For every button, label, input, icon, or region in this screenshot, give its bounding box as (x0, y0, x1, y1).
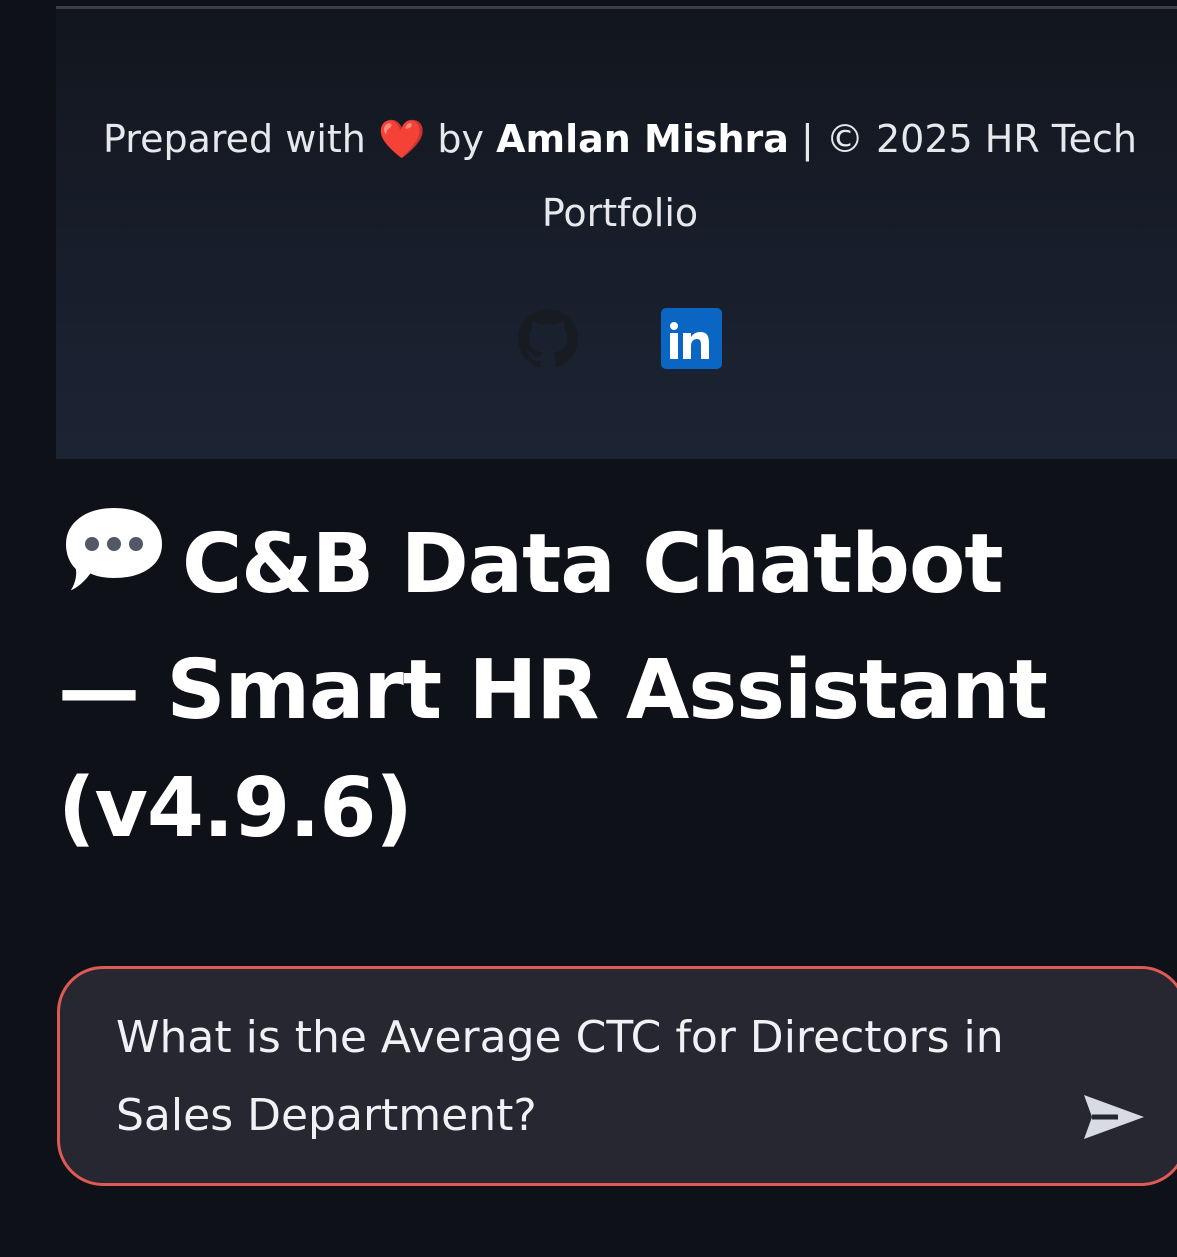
footer-by: by (437, 117, 484, 161)
github-icon[interactable] (518, 309, 578, 369)
chat-input[interactable]: What is the Average CTC for Directors in… (57, 966, 1177, 1186)
speech-bubble-icon (58, 500, 170, 632)
heart-icon: ❤️ (377, 117, 426, 161)
chat-input-text[interactable]: What is the Average CTC for Directors in… (116, 999, 1016, 1155)
footer-prefix: Prepared with (103, 117, 366, 161)
footer-copyright-line2: Portfolio (541, 191, 699, 235)
author-name: Amlan Mishra (496, 117, 789, 161)
footer-copyright: | © 2025 HR Tech (801, 117, 1137, 161)
page-title: C&B Data Chatbot — Smart HR Assistant (v… (58, 500, 1058, 868)
footer-card: Prepared with ❤️ by Amlan Mishra | © 202… (56, 9, 1177, 459)
footer-credit: Prepared with ❤️ by Amlan Mishra | © 202… (56, 113, 1177, 165)
send-arrow-icon (1084, 1095, 1144, 1139)
send-button[interactable] (1078, 1087, 1148, 1147)
linkedin-icon[interactable] (661, 308, 722, 369)
title-text: C&B Data Chatbot — Smart HR Assistant (v… (58, 517, 1048, 856)
page: Prepared with ❤️ by Amlan Mishra | © 202… (0, 0, 1177, 1257)
